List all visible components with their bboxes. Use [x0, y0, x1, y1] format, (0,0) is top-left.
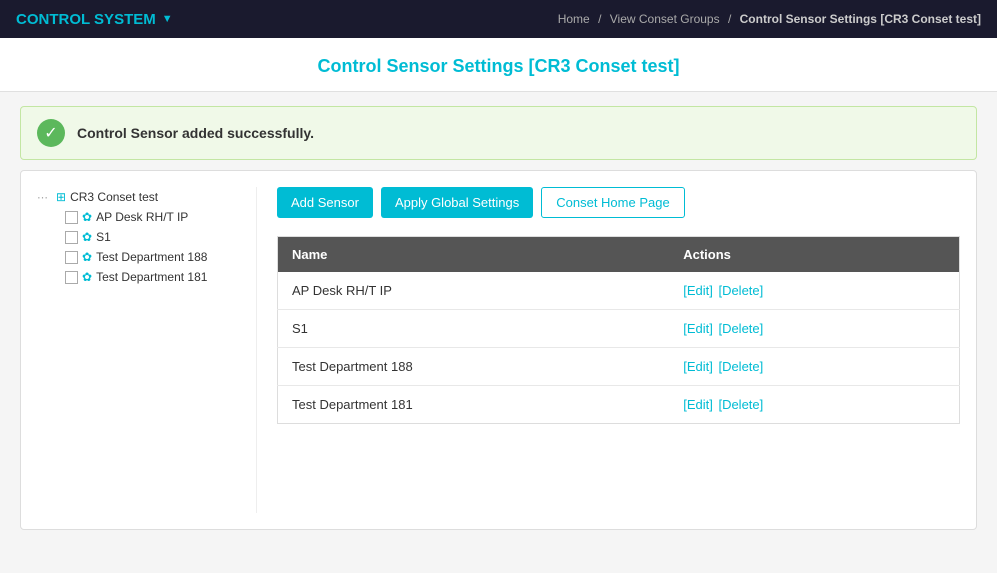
breadcrumb-separator-2: / [728, 12, 731, 26]
tree-item: Test Department 188 [65, 247, 244, 267]
delete-link[interactable]: [Delete] [718, 359, 763, 374]
tree-item-label-3: Test Department 181 [96, 270, 207, 284]
header: CONTROL SYSTEM ▼ Home / View Conset Grou… [0, 0, 997, 38]
sensor-name-cell: Test Department 188 [278, 348, 670, 386]
apply-global-settings-button[interactable]: Apply Global Settings [381, 187, 533, 218]
delete-link[interactable]: [Delete] [718, 321, 763, 336]
table-row: S1[Edit] [Delete] [278, 310, 960, 348]
brand-text: CONTROL SYSTEM [16, 11, 156, 28]
breadcrumb-current: Control Sensor Settings [CR3 Conset test… [740, 12, 981, 26]
tree-panel: ⋯ CR3 Conset test AP Desk RH/T IP S1 Tes… [37, 187, 257, 513]
sensor-actions-cell: [Edit] [Delete] [669, 386, 959, 424]
success-icon: ✓ [37, 119, 65, 147]
edit-link[interactable]: [Edit] [683, 397, 713, 412]
edit-link[interactable]: [Edit] [683, 359, 713, 374]
sensor-icon-1 [82, 230, 92, 244]
breadcrumb: Home / View Conset Groups / Control Sens… [558, 12, 981, 26]
success-message: Control Sensor added successfully. [77, 125, 314, 141]
sensor-name-cell: Test Department 181 [278, 386, 670, 424]
tree-item-checkbox-2[interactable] [65, 251, 78, 264]
tree-item: AP Desk RH/T IP [65, 207, 244, 227]
tree-item: Test Department 181 [65, 267, 244, 287]
tree-item-label-1: S1 [96, 230, 111, 244]
add-sensor-button[interactable]: Add Sensor [277, 187, 373, 218]
page-title-bar: Control Sensor Settings [CR3 Conset test… [0, 38, 997, 92]
tree-item: S1 [65, 227, 244, 247]
sensor-actions-cell: [Edit] [Delete] [669, 272, 959, 310]
tree-root-label: CR3 Conset test [70, 190, 158, 204]
brand[interactable]: CONTROL SYSTEM ▼ [16, 11, 173, 28]
column-name: Name [278, 237, 670, 273]
sensor-icon-2 [82, 250, 92, 264]
breadcrumb-view-groups[interactable]: View Conset Groups [610, 12, 720, 26]
edit-link[interactable]: [Edit] [683, 283, 713, 298]
success-banner: ✓ Control Sensor added successfully. [20, 106, 977, 160]
main-content: ⋯ CR3 Conset test AP Desk RH/T IP S1 Tes… [20, 170, 977, 530]
sensor-actions-cell: [Edit] [Delete] [669, 310, 959, 348]
action-buttons: Add Sensor Apply Global Settings Conset … [277, 187, 960, 218]
sensor-actions-cell: [Edit] [Delete] [669, 348, 959, 386]
breadcrumb-separator-1: / [598, 12, 601, 26]
edit-link[interactable]: [Edit] [683, 321, 713, 336]
delete-link[interactable]: [Delete] [718, 397, 763, 412]
table-row: Test Department 188[Edit] [Delete] [278, 348, 960, 386]
sensor-name-cell: S1 [278, 310, 670, 348]
tree-children: AP Desk RH/T IP S1 Test Department 188 T… [37, 207, 244, 287]
chevron-down-icon[interactable]: ▼ [162, 13, 173, 25]
sensor-name-cell: AP Desk RH/T IP [278, 272, 670, 310]
table-header-row: Name Actions [278, 237, 960, 273]
tree-item-label-2: Test Department 188 [96, 250, 207, 264]
tree-item-checkbox-3[interactable] [65, 271, 78, 284]
sensor-table: Name Actions AP Desk RH/T IP[Edit] [Dele… [277, 236, 960, 424]
sensor-icon-3 [82, 270, 92, 284]
grid-icon [56, 190, 66, 204]
right-panel: Add Sensor Apply Global Settings Conset … [277, 187, 960, 513]
conset-home-page-button[interactable]: Conset Home Page [541, 187, 684, 218]
sensor-icon-0 [82, 210, 92, 224]
delete-link[interactable]: [Delete] [718, 283, 763, 298]
tree-item-checkbox-0[interactable] [65, 211, 78, 224]
table-row: Test Department 181[Edit] [Delete] [278, 386, 960, 424]
page-title: Control Sensor Settings [CR3 Conset test… [0, 56, 997, 77]
column-actions: Actions [669, 237, 959, 273]
breadcrumb-home[interactable]: Home [558, 12, 590, 26]
tree-item-checkbox-1[interactable] [65, 231, 78, 244]
table-row: AP Desk RH/T IP[Edit] [Delete] [278, 272, 960, 310]
tree-root: ⋯ CR3 Conset test [37, 187, 244, 207]
tree-item-label-0: AP Desk RH/T IP [96, 210, 188, 224]
tree-dots: ⋯ [37, 191, 48, 204]
